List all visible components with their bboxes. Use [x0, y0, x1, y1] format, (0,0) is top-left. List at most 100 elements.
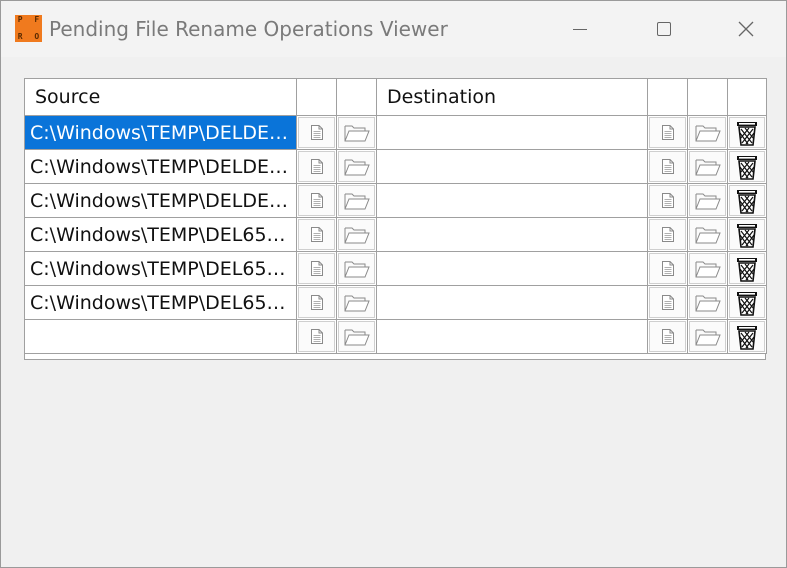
folder-open-icon — [344, 159, 370, 175]
source-folder-button[interactable] — [338, 321, 375, 352]
window-title: Pending File Rename Operations Viewer — [49, 17, 448, 41]
table-row: C:\Windows\TEMP\DELDE… — [24, 183, 767, 218]
table-row — [24, 319, 767, 354]
trash-icon — [737, 257, 757, 282]
folder-open-icon — [344, 295, 370, 311]
delete-row-button[interactable] — [729, 321, 765, 352]
close-button[interactable] — [719, 1, 773, 57]
destination-path-cell[interactable] — [376, 115, 648, 150]
file-icon — [661, 261, 674, 276]
folder-open-icon — [695, 295, 721, 311]
source-folder-button[interactable] — [338, 253, 375, 284]
source-folder-button[interactable] — [338, 117, 375, 148]
source-path-cell[interactable] — [24, 319, 297, 354]
minimize-button[interactable] — [553, 1, 607, 57]
folder-open-icon — [344, 261, 370, 277]
source-path-cell[interactable]: C:\Windows\TEMP\DEL65… — [24, 251, 297, 286]
rename-operations-grid: Source Destination C:\Windows\TEMP\DELDE… — [24, 78, 767, 360]
source-path-cell[interactable]: C:\Windows\TEMP\DELDE… — [24, 149, 297, 184]
source-file-button[interactable] — [298, 219, 335, 250]
destination-file-button[interactable] — [649, 219, 686, 250]
destination-folder-button[interactable] — [689, 321, 726, 352]
file-icon — [661, 329, 674, 344]
file-icon — [310, 125, 323, 140]
delete-row-button[interactable] — [729, 287, 765, 318]
source-folder-button[interactable] — [338, 219, 375, 250]
destination-file-button[interactable] — [649, 287, 686, 318]
delete-row-button[interactable] — [729, 117, 765, 148]
source-file-button[interactable] — [298, 151, 335, 182]
file-icon — [661, 125, 674, 140]
destination-path-cell[interactable] — [376, 319, 648, 354]
table-row: C:\Windows\TEMP\DELDE… — [24, 115, 767, 150]
source-path-cell[interactable]: C:\Windows\TEMP\DELDE… — [24, 183, 297, 218]
source-folder-button[interactable] — [338, 185, 375, 216]
column-header-source-file — [296, 78, 337, 116]
destination-path-cell[interactable] — [376, 285, 648, 320]
destination-path-cell[interactable] — [376, 149, 648, 184]
destination-file-button[interactable] — [649, 185, 686, 216]
source-file-button[interactable] — [298, 287, 335, 318]
folder-open-icon — [695, 329, 721, 345]
trash-icon — [737, 155, 757, 180]
file-icon — [661, 159, 674, 174]
destination-folder-button[interactable] — [689, 117, 726, 148]
trash-icon — [737, 223, 757, 248]
source-file-button[interactable] — [298, 185, 335, 216]
source-folder-button[interactable] — [338, 151, 375, 182]
table-row: C:\Windows\TEMP\DEL65… — [24, 251, 767, 286]
title-bar[interactable]: P F R O Pending File Rename Operations V… — [1, 1, 786, 57]
destination-folder-button[interactable] — [689, 219, 726, 250]
destination-path-cell[interactable] — [376, 251, 648, 286]
trash-icon — [737, 325, 757, 350]
file-icon — [661, 227, 674, 242]
app-logo-icon: P F R O — [15, 15, 42, 42]
file-icon — [310, 227, 323, 242]
folder-open-icon — [344, 193, 370, 209]
column-header-destination[interactable]: Destination — [376, 78, 648, 116]
column-header-source[interactable]: Source — [24, 78, 297, 116]
source-folder-button[interactable] — [338, 287, 375, 318]
trash-icon — [737, 189, 757, 214]
source-file-button[interactable] — [298, 117, 335, 148]
destination-file-button[interactable] — [649, 117, 686, 148]
table-row: C:\Windows\TEMP\DELDE… — [24, 149, 767, 184]
delete-row-button[interactable] — [729, 219, 765, 250]
source-path-cell[interactable]: C:\Windows\TEMP\DELDE… — [24, 115, 297, 150]
file-icon — [310, 295, 323, 310]
source-file-button[interactable] — [298, 253, 335, 284]
destination-folder-button[interactable] — [689, 287, 726, 318]
destination-folder-button[interactable] — [689, 185, 726, 216]
minimize-icon — [573, 28, 587, 30]
close-icon — [738, 21, 754, 37]
destination-folder-button[interactable] — [689, 253, 726, 284]
file-icon — [661, 193, 674, 208]
column-header-source-folder — [336, 78, 377, 116]
destination-path-cell[interactable] — [376, 217, 648, 252]
destination-file-button[interactable] — [649, 253, 686, 284]
delete-row-button[interactable] — [729, 253, 765, 284]
table-row: C:\Windows\TEMP\DEL65… — [24, 217, 767, 252]
destination-file-button[interactable] — [649, 151, 686, 182]
folder-open-icon — [695, 261, 721, 277]
column-header-delete — [727, 78, 767, 116]
file-icon — [310, 329, 323, 344]
folder-open-icon — [344, 125, 370, 141]
destination-folder-button[interactable] — [689, 151, 726, 182]
trash-icon — [737, 121, 757, 146]
source-path-cell[interactable]: C:\Windows\TEMP\DEL65… — [24, 217, 297, 252]
destination-path-cell[interactable] — [376, 183, 648, 218]
folder-open-icon — [695, 193, 721, 209]
folder-open-icon — [695, 227, 721, 243]
file-icon — [661, 295, 674, 310]
destination-file-button[interactable] — [649, 321, 686, 352]
maximize-icon — [657, 22, 671, 36]
delete-row-button[interactable] — [729, 185, 765, 216]
source-path-cell[interactable]: C:\Windows\TEMP\DEL65… — [24, 285, 297, 320]
folder-open-icon — [344, 329, 370, 345]
maximize-button[interactable] — [637, 1, 691, 57]
delete-row-button[interactable] — [729, 151, 765, 182]
folder-open-icon — [344, 227, 370, 243]
source-file-button[interactable] — [298, 321, 335, 352]
table-row: C:\Windows\TEMP\DEL65… — [24, 285, 767, 320]
